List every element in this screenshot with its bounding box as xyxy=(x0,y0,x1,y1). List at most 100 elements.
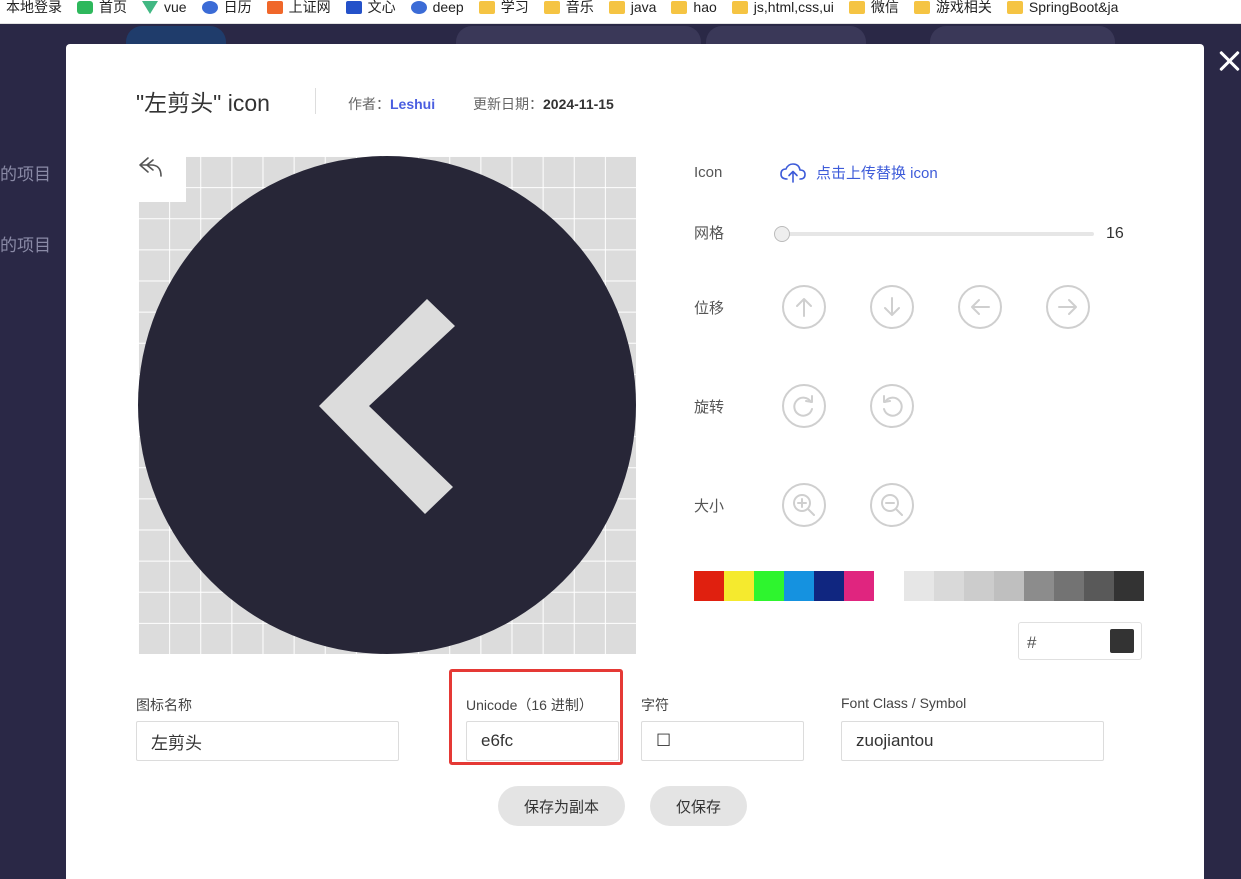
unicode-highlight-box xyxy=(449,669,623,765)
bookmark-label: 游戏相关 xyxy=(935,0,992,15)
author-meta: 作者：Leshui xyxy=(348,94,435,114)
bookmark-item[interactable]: 音乐 xyxy=(543,0,594,17)
name-field-wrapper xyxy=(136,721,399,761)
icon-canvas[interactable] xyxy=(138,156,636,654)
date-label: 更新日期： xyxy=(473,96,543,112)
folder-icon xyxy=(543,0,560,14)
upload-label: 点击上传替换 icon xyxy=(816,165,938,182)
cloud-upload-icon xyxy=(780,162,806,183)
bookmark-item[interactable]: js,html,css,ui xyxy=(731,0,834,15)
hex-hash-label: # xyxy=(1027,633,1037,652)
upload-icon-link[interactable]: 点击上传替换 icon xyxy=(780,162,938,183)
folder-icon xyxy=(913,0,930,14)
bookmark-label: 本地登录 xyxy=(6,0,62,15)
save-only-button[interactable]: 仅保存 xyxy=(650,786,747,826)
icon-name-input[interactable] xyxy=(149,730,386,752)
grid-row-label: 网格 xyxy=(694,225,725,242)
char-field-wrapper xyxy=(641,721,804,761)
arrow-left-icon xyxy=(971,299,990,315)
bookmark-item[interactable]: 文心 xyxy=(345,0,396,17)
gray-color-swatch[interactable] xyxy=(1024,571,1054,601)
move-up-button[interactable] xyxy=(782,285,826,329)
bookmark-label: 微信 xyxy=(870,0,899,15)
move-down-button[interactable] xyxy=(870,285,914,329)
bookmark-item[interactable]: java xyxy=(608,0,657,15)
save-as-copy-button[interactable]: 保存为副本 xyxy=(498,786,625,826)
bookmark-label: vue xyxy=(164,0,187,15)
primary-color-swatch[interactable] xyxy=(814,571,844,601)
rotate-clockwise-button[interactable] xyxy=(782,384,826,428)
bookmark-item[interactable]: vue xyxy=(142,0,187,15)
hex-color-field: # xyxy=(1018,622,1142,660)
zoom-out-button[interactable] xyxy=(870,483,914,527)
rotate-ccw-icon xyxy=(883,395,903,417)
gray-color-swatch[interactable] xyxy=(994,571,1024,601)
bookmark-label: js,html,css,ui xyxy=(753,0,834,15)
bookmark-label: 日历 xyxy=(223,0,252,15)
primary-color-palette xyxy=(694,571,874,601)
move-row-label: 位移 xyxy=(694,300,725,317)
char-input[interactable] xyxy=(654,730,791,752)
bookmark-item[interactable]: deep xyxy=(410,0,464,15)
rotate-counterclockwise-button[interactable] xyxy=(870,384,914,428)
gray-color-swatch[interactable] xyxy=(904,571,934,601)
bookmark-label: 文心 xyxy=(367,0,396,15)
icon-row-label: Icon xyxy=(694,164,723,181)
bookmark-label: hao xyxy=(693,0,717,15)
gray-color-swatch[interactable] xyxy=(1114,571,1144,601)
rotate-cw-icon xyxy=(793,395,813,417)
arrow-down-icon xyxy=(884,297,900,316)
title-divider xyxy=(315,88,316,114)
bookmark-item[interactable]: 学习 xyxy=(478,0,529,17)
folder-icon xyxy=(608,0,625,14)
undo-button[interactable] xyxy=(138,156,186,202)
bookmark-item[interactable]: 日历 xyxy=(201,0,252,17)
selected-color-swatch[interactable] xyxy=(1110,629,1134,653)
bookmark-item[interactable]: 微信 xyxy=(848,0,899,17)
icon-edit-dialog: "左剪头" icon 作者：Leshui 更新日期：2024-11-15 Ico… xyxy=(66,44,1204,879)
grid-slider-thumb[interactable] xyxy=(774,226,790,242)
gray-color-palette xyxy=(904,571,1144,601)
bookmark-item[interactable]: 游戏相关 xyxy=(913,0,992,17)
name-label: 图标名称 xyxy=(136,697,192,713)
bookmark-item[interactable]: SpringBoot&ja xyxy=(1006,0,1119,15)
move-right-button[interactable] xyxy=(1046,285,1090,329)
move-left-button[interactable] xyxy=(958,285,1002,329)
author-link[interactable]: Leshui xyxy=(390,96,435,112)
gray-color-swatch[interactable] xyxy=(934,571,964,601)
gray-color-swatch[interactable] xyxy=(964,571,994,601)
bookmarks-bar: 本地登录 首页 vue 日历 上证网 文心 deep 学习 音乐 java hao js,html,c… xyxy=(0,0,1241,24)
icon-preview-circle xyxy=(138,156,636,654)
backdrop-project-label: 的项目 xyxy=(0,165,51,184)
bookmark-label: 学习 xyxy=(500,0,529,15)
update-date: 2024-11-15 xyxy=(543,96,614,112)
primary-color-swatch[interactable] xyxy=(694,571,724,601)
vue-icon xyxy=(142,0,158,14)
hex-color-input[interactable] xyxy=(1047,629,1111,655)
gray-color-swatch[interactable] xyxy=(1084,571,1114,601)
primary-color-swatch[interactable] xyxy=(844,571,874,601)
zoom-in-button[interactable] xyxy=(782,483,826,527)
undo-icon xyxy=(139,157,162,177)
bookmark-label: java xyxy=(630,0,657,15)
primary-color-swatch[interactable] xyxy=(724,571,754,601)
size-row-label: 大小 xyxy=(694,498,725,515)
primary-color-swatch[interactable] xyxy=(784,571,814,601)
bookmark-label: SpringBoot&ja xyxy=(1028,0,1119,15)
bookmark-item[interactable]: 首页 xyxy=(77,0,127,17)
backdrop-project-label: 的项目 xyxy=(0,236,51,255)
bookmark-label: deep xyxy=(432,0,464,15)
bookmark-item[interactable]: hao xyxy=(671,0,717,15)
bookmark-item[interactable]: 上证网 xyxy=(266,0,331,17)
bookmark-item[interactable]: 本地登录 xyxy=(6,0,62,17)
close-icon[interactable] xyxy=(1214,46,1241,78)
folder-icon xyxy=(848,0,865,14)
gray-color-swatch[interactable] xyxy=(1054,571,1084,601)
grid-value: 16 xyxy=(1106,225,1124,242)
primary-color-swatch[interactable] xyxy=(754,571,784,601)
folder-icon xyxy=(731,0,748,14)
folder-icon xyxy=(478,0,495,14)
font-class-input[interactable] xyxy=(854,730,1091,752)
grid-slider-track[interactable] xyxy=(782,232,1094,236)
zoom-in-icon xyxy=(793,494,815,516)
